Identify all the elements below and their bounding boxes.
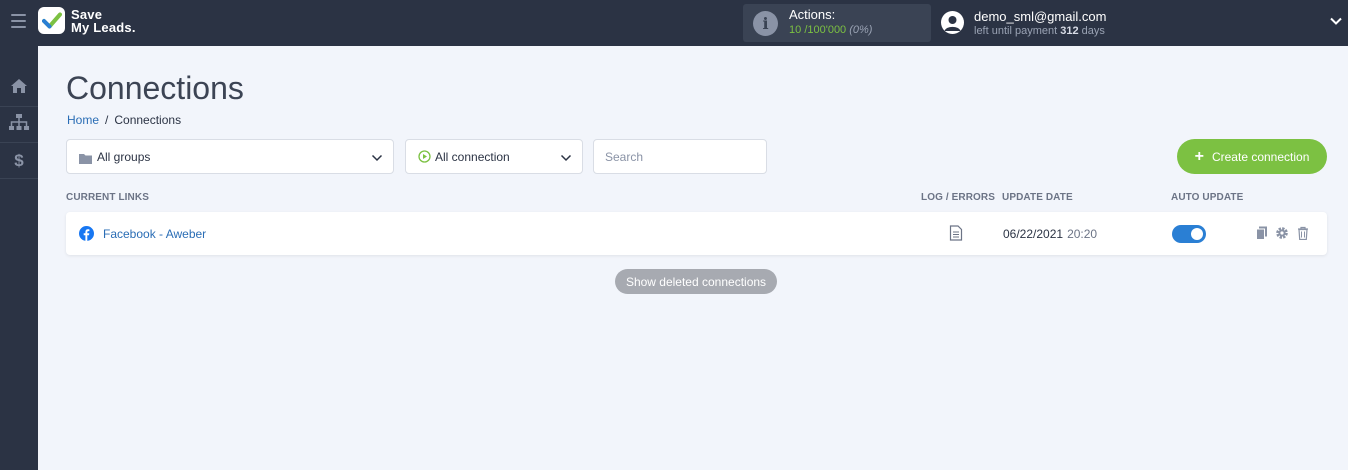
connection-select-value: All connection (435, 150, 510, 164)
chevron-down-icon (560, 151, 572, 163)
search-input[interactable] (593, 139, 767, 174)
payment-status: left until payment 312 days (974, 25, 1105, 37)
sidebar-item-home[interactable] (0, 71, 38, 107)
actions-total: /100'000 (804, 24, 847, 36)
chevron-down-icon[interactable] (1329, 14, 1343, 28)
groups-select-value: All groups (97, 150, 151, 164)
sidebar: $ (0, 46, 38, 470)
create-connection-label: Create connection (1211, 149, 1310, 164)
gear-icon[interactable] (1275, 226, 1289, 240)
toggle-knob (1191, 228, 1203, 240)
actions-used: 10 (789, 24, 802, 36)
create-connection-button[interactable]: + Create connection (1177, 139, 1327, 174)
column-header-links: CURRENT LINKS (66, 192, 149, 203)
table-row: Facebook - Aweber 06/22/2021 20:20 (66, 212, 1327, 255)
user-avatar-icon[interactable] (941, 11, 964, 34)
copy-icon[interactable] (1255, 226, 1269, 240)
payment-prefix: left until payment (974, 25, 1058, 37)
actions-count: 10 /100'000 (0%) (789, 24, 872, 36)
show-deleted-connections-button[interactable]: Show deleted connections (615, 269, 777, 294)
column-header-auto-update: AUTO UPDATE (1171, 192, 1244, 203)
trash-icon[interactable] (1296, 226, 1310, 241)
logo-line-2: My Leads. (71, 19, 136, 35)
update-date-value: 06/22/2021 (1003, 227, 1064, 241)
column-header-date: UPDATE DATE (1002, 192, 1073, 203)
sidebar-item-billing[interactable]: $ (0, 143, 38, 179)
actions-label: Actions: (789, 7, 836, 22)
update-time: 20:20 (1067, 227, 1098, 241)
sitemap-icon (9, 114, 29, 135)
breadcrumb-separator: / (105, 113, 109, 127)
sidebar-item-structure[interactable] (0, 107, 38, 143)
logo[interactable]: Save My Leads. (38, 7, 136, 34)
connection-name-link[interactable]: Facebook - Aweber (103, 227, 206, 241)
play-circle-icon (418, 150, 431, 168)
page-title: Connections (66, 70, 244, 106)
logo-line-1: Save (71, 6, 103, 22)
groups-select[interactable]: All groups (66, 139, 394, 174)
user-email[interactable]: demo_sml@gmail.com (974, 9, 1106, 24)
connection-status-select[interactable]: All connection (405, 139, 583, 174)
menu-icon[interactable] (11, 14, 26, 30)
actions-panel: i Actions: 10 /100'000 (0%) (743, 4, 931, 42)
breadcrumb-home[interactable]: Home (67, 113, 99, 127)
dollar-icon: $ (14, 150, 24, 170)
breadcrumb: Home / Connections (67, 113, 181, 127)
breadcrumb-current: Connections (114, 113, 182, 127)
column-header-log: LOG / ERRORS (921, 192, 995, 203)
payment-days: 312 (1060, 25, 1079, 37)
facebook-icon (79, 226, 94, 241)
auto-update-toggle[interactable] (1172, 225, 1206, 243)
update-date: 06/22/2021 20:20 (1003, 227, 1097, 241)
payment-days-suffix: days (1081, 25, 1105, 37)
log-file-icon[interactable] (949, 225, 963, 241)
top-bar: Save My Leads. i Actions: 10 /100'000 (0%… (0, 0, 1348, 46)
home-icon (10, 78, 28, 99)
logo-text: Save My Leads. (71, 8, 136, 34)
chevron-down-icon (371, 151, 383, 163)
folder-icon (79, 151, 92, 169)
checkmark-logo-icon (38, 7, 65, 34)
actions-percent: (0%) (849, 24, 873, 36)
info-icon: i (753, 11, 778, 36)
plus-icon: + (1194, 147, 1204, 165)
